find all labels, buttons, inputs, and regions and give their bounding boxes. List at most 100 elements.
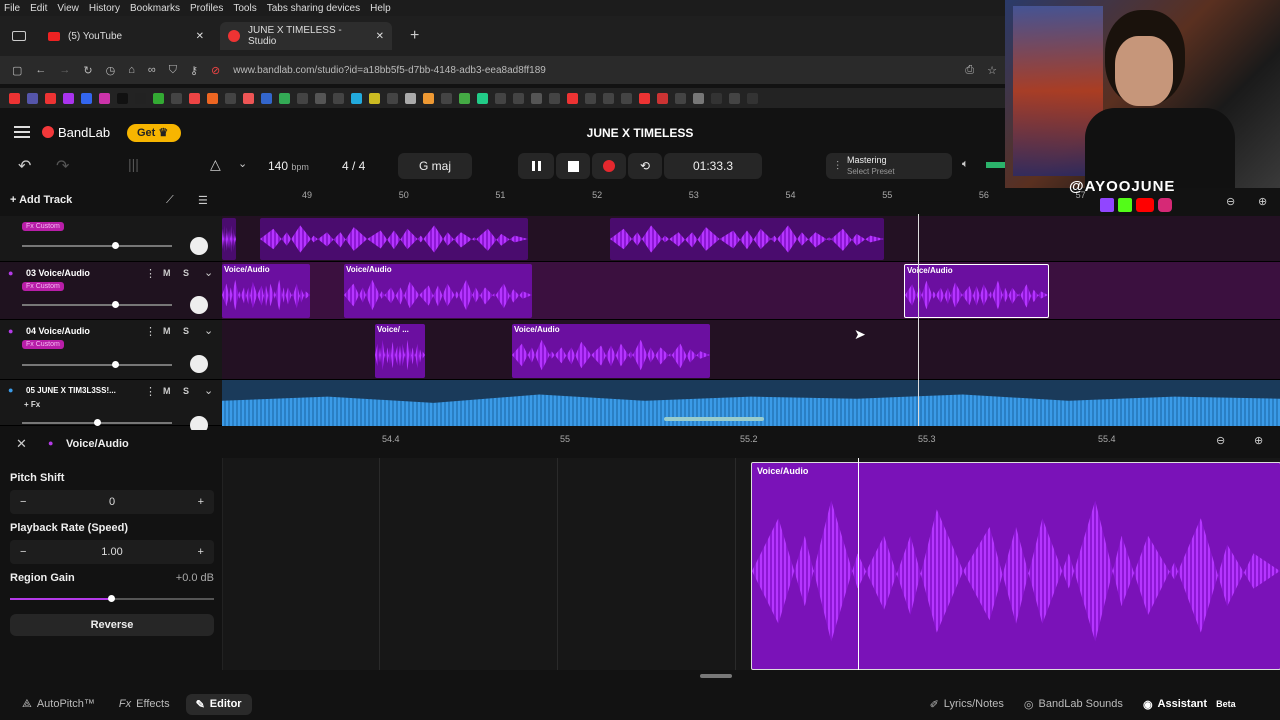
menu-item[interactable]: History [89, 3, 120, 14]
menu-icon[interactable] [14, 126, 30, 138]
close-icon[interactable]: ✕ [16, 436, 27, 452]
editor-scrollbar[interactable] [700, 674, 732, 678]
add-fx-button[interactable]: + Fx [24, 400, 40, 409]
track-header-03[interactable]: ● 03 Voice/Audio ⋮ M S ⌄ Fx Custom [0, 262, 222, 320]
track-lane-05[interactable] [222, 380, 1280, 426]
screenshot-icon[interactable]: ⎙ [965, 64, 974, 77]
reload-icon[interactable]: ↻ [83, 64, 92, 77]
menu-item[interactable]: File [4, 3, 20, 14]
solo-button[interactable]: S [183, 326, 189, 336]
forward-icon[interactable]: → [59, 64, 70, 76]
horizontal-scrollbar[interactable] [664, 417, 764, 421]
audio-clip[interactable]: Voice/ ... [375, 324, 425, 378]
tempo-display[interactable]: 140 bpm [268, 159, 309, 173]
bookmark-icon[interactable] [135, 92, 146, 104]
audio-clip-selected[interactable]: Voice/Audio [904, 264, 1049, 318]
volume-slider[interactable] [22, 364, 172, 366]
track-menu-icon[interactable]: ⋮ [145, 385, 156, 398]
playhead[interactable] [918, 214, 919, 426]
menu-item[interactable]: Bookmarks [130, 3, 180, 14]
bookmark-icon[interactable] [477, 92, 488, 104]
metronome-icon[interactable]: △ [210, 156, 221, 173]
bookmark-icon[interactable] [441, 92, 452, 104]
new-tab-icon[interactable]: + [410, 27, 419, 45]
get-button[interactable]: Get ♛ [127, 124, 181, 142]
shield-icon[interactable]: ⛉ [169, 64, 177, 77]
bookmark-icon[interactable] [27, 92, 38, 104]
reverse-button[interactable]: Reverse [10, 614, 214, 636]
bookmark-icon[interactable] [549, 92, 560, 104]
mixer-icon[interactable]: ||| [128, 156, 139, 172]
bookmark-icon[interactable] [405, 92, 416, 104]
bookmark-icon[interactable] [495, 92, 506, 104]
track-lane-04[interactable]: Voice/ ... Voice/Audio [222, 320, 1280, 380]
volume-handle[interactable] [94, 419, 101, 426]
minus-icon[interactable]: − [20, 546, 26, 558]
volume-slider[interactable] [22, 304, 172, 306]
bookmark-icon[interactable] [99, 92, 110, 104]
editor-button[interactable]: ✎ Editor [185, 693, 252, 715]
playback-rate-value[interactable]: 1.00 [101, 546, 122, 558]
volume-slider[interactable] [22, 245, 172, 247]
chevron-down-icon[interactable]: ⌄ [204, 384, 213, 397]
audio-clip[interactable] [610, 218, 884, 260]
region-gain-handle[interactable] [108, 595, 115, 602]
time-signature[interactable]: 4 / 4 [342, 159, 365, 173]
bookmark-icon[interactable] [63, 92, 74, 104]
bookmark-icon[interactable] [585, 92, 596, 104]
mastering-button[interactable]: ⫶ Mastering Select Preset [826, 153, 952, 179]
pan-knob[interactable] [190, 296, 208, 314]
audio-clip[interactable] [222, 218, 236, 260]
effects-button[interactable]: Fx Effects [119, 698, 170, 710]
mute-button[interactable]: M [163, 386, 171, 396]
bookmark-icon[interactable] [189, 92, 200, 104]
vpn-icon[interactable]: ∞ [148, 64, 156, 76]
bookmark-icon[interactable] [261, 92, 272, 104]
audio-clip[interactable]: Voice/Audio [222, 264, 310, 318]
project-title[interactable]: JUNE X TIMELESS [560, 126, 720, 140]
bookmark-icon[interactable] [243, 92, 254, 104]
lyrics-notes-button[interactable]: ✐ Lyrics/Notes [930, 698, 1004, 711]
fx-badge[interactable]: Fx Custom [22, 340, 64, 349]
pan-knob[interactable] [190, 237, 208, 255]
bookmark-icon[interactable] [225, 92, 236, 104]
bookmark-icon[interactable] [369, 92, 380, 104]
zoom-in-icon[interactable]: ⊕ [1254, 434, 1263, 447]
zoom-in-icon[interactable]: ⊕ [1258, 195, 1267, 208]
bandlab-sounds-button[interactable]: ◎ BandLab Sounds [1024, 698, 1123, 711]
bookmark-icon[interactable] [315, 92, 326, 104]
chevron-down-icon[interactable]: ⌄ [238, 157, 247, 170]
bookmark-icon[interactable] [729, 92, 740, 104]
bookmark-icon[interactable] [117, 92, 128, 104]
record-button[interactable] [592, 153, 626, 179]
bookmark-icon[interactable] [153, 92, 164, 104]
pitch-shift-value[interactable]: 0 [109, 496, 115, 508]
menu-item[interactable]: Tools [233, 3, 256, 14]
zoom-out-icon[interactable]: ⊖ [1216, 434, 1225, 447]
volume-handle[interactable] [112, 242, 119, 249]
history-icon[interactable]: ◷ [106, 64, 116, 77]
solo-button[interactable]: S [183, 386, 189, 396]
chevron-down-icon[interactable]: ⌄ [204, 324, 213, 337]
mute-button[interactable]: M [163, 326, 171, 336]
close-icon[interactable]: ✕ [376, 31, 384, 42]
tuner-icon[interactable]: ⟋ [166, 194, 174, 207]
bookmark-icon[interactable] [693, 92, 704, 104]
track-name[interactable]: 04 Voice/Audio [26, 326, 90, 336]
bookmark-icon[interactable] [513, 92, 524, 104]
bookmark-icon[interactable] [459, 92, 470, 104]
menu-item[interactable]: Help [370, 3, 391, 14]
pause-button[interactable] [518, 153, 554, 179]
audio-clip[interactable]: Voice/Audio [512, 324, 710, 378]
bookmark-icon[interactable] [81, 92, 92, 104]
bookmark-star-icon[interactable]: ☆ [987, 64, 997, 77]
bookmark-icon[interactable] [297, 92, 308, 104]
bookmark-icon[interactable] [621, 92, 632, 104]
track-lane-03[interactable]: Voice/Audio Voice/Audio Voice/Audio [222, 262, 1280, 320]
bookmark-icon[interactable] [639, 92, 650, 104]
settings-sliders-icon[interactable]: ☰ [198, 194, 208, 207]
bookmark-icon[interactable] [333, 92, 344, 104]
assistant-button[interactable]: ◉ Assistant Beta [1143, 698, 1236, 711]
editor-playhead[interactable] [858, 458, 859, 670]
tabs-icon[interactable]: ▢ [12, 64, 22, 77]
